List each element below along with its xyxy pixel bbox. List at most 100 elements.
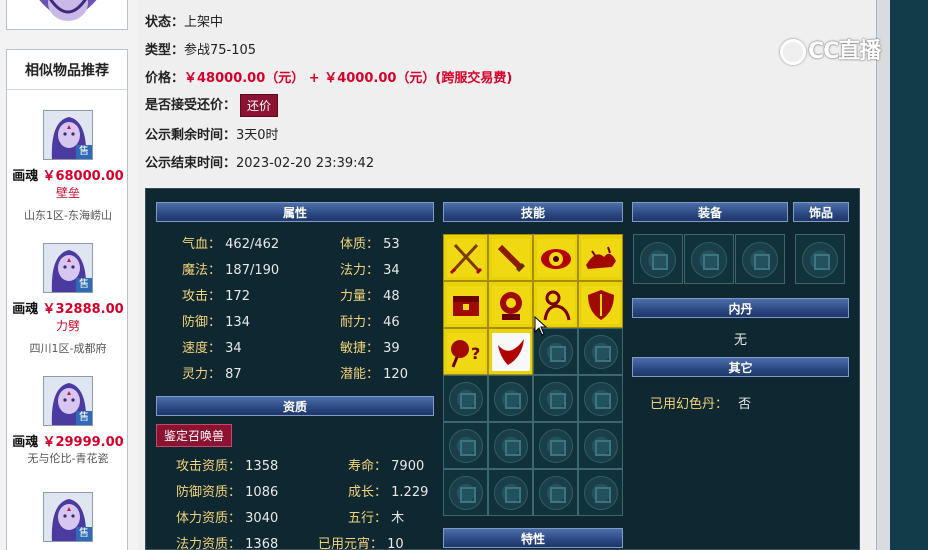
apt-growth: 成长： 1.229 bbox=[348, 481, 428, 500]
watermark-text: CC直播 bbox=[808, 39, 881, 64]
empty-slot-emblem-icon bbox=[494, 382, 528, 416]
apt-value: 1368 bbox=[245, 537, 279, 550]
empty-skill-slot[interactable] bbox=[578, 375, 623, 422]
dark-strip bbox=[890, 0, 928, 550]
empty-skill-slot[interactable] bbox=[488, 375, 533, 422]
rec-item-server: 四川1区-成都府 bbox=[29, 342, 107, 355]
skill-slot[interactable] bbox=[443, 281, 488, 328]
gear-orb-icon bbox=[492, 286, 530, 324]
apt-label: 防御资质： bbox=[176, 485, 242, 500]
price-row: 价格：￥48000.00（元） + ￥4000.00（元）(跨服交易费) bbox=[145, 67, 512, 86]
equipment-slot[interactable] bbox=[684, 234, 734, 284]
empty-skill-slot[interactable] bbox=[578, 422, 623, 469]
rec-item-server: 无与伦比-青花瓷 bbox=[27, 452, 109, 465]
apt-value: 1086 bbox=[245, 485, 279, 500]
apt-value: 7900 bbox=[391, 459, 425, 474]
skill-slot[interactable] bbox=[488, 328, 533, 375]
counter-offer-row: 是否接受还价： 还价 bbox=[145, 94, 279, 117]
attr-value: 48 bbox=[383, 289, 400, 304]
attr-label: 防御： bbox=[182, 315, 222, 330]
question-orb-icon: ? bbox=[447, 333, 485, 371]
apt-value: 3040 bbox=[245, 511, 279, 526]
attr-speed: 速度： 34 bbox=[182, 337, 242, 356]
equipment-slot[interactable] bbox=[735, 234, 785, 284]
left-sidebar: 相似物品推荐 售 画魂 ￥68000.00 壁垒 山东1区-东海崂山 售 画魂 … bbox=[0, 0, 138, 550]
skills-header[interactable]: 技能 bbox=[443, 202, 623, 222]
aptitude-header[interactable]: 资质 bbox=[156, 396, 434, 416]
appraise-pet-button[interactable]: 鉴定召唤兽 bbox=[156, 424, 233, 447]
attributes-header[interactable]: 属性 bbox=[156, 202, 434, 222]
watermark-logo-icon bbox=[780, 39, 806, 65]
attr-label: 力量： bbox=[340, 289, 380, 304]
empty-skill-slot[interactable] bbox=[578, 328, 623, 375]
skill-slot[interactable] bbox=[578, 234, 623, 281]
skill-slot[interactable] bbox=[443, 234, 488, 281]
empty-slot-emblem-icon bbox=[584, 382, 618, 416]
attr-label: 气血： bbox=[182, 237, 222, 252]
apt-value: 1.229 bbox=[391, 485, 429, 500]
apt-label: 攻击资质： bbox=[176, 459, 242, 474]
skill-slot[interactable] bbox=[578, 281, 623, 328]
rec-price-row: 画魂 ￥68000.00 bbox=[7, 165, 129, 184]
empty-slot-emblem-icon bbox=[584, 429, 618, 463]
traits-header[interactable]: 特性 bbox=[443, 528, 623, 548]
empty-skill-slot[interactable] bbox=[443, 422, 488, 469]
empty-slot-emblem-icon bbox=[494, 476, 528, 510]
attr-label: 魔法： bbox=[182, 263, 222, 278]
pet-portrait-icon bbox=[7, 0, 127, 29]
type-value: 参战75-105 bbox=[184, 43, 257, 58]
pet-detail-panel: 属性 技能 装备 饰品 气血： 462/462 体质： 53 魔法： 187/1… bbox=[145, 188, 860, 550]
rec-item-price[interactable]: ￥32888.00 bbox=[42, 302, 123, 317]
end-time-row: 公示结束时间：2023-02-20 23:39:42 bbox=[145, 152, 374, 171]
rec-item-price[interactable]: ￥68000.00 bbox=[42, 169, 123, 184]
empty-skill-slot[interactable] bbox=[533, 422, 578, 469]
empty-skill-slot[interactable] bbox=[443, 469, 488, 516]
pet-thumbnail[interactable]: 售 bbox=[43, 376, 93, 426]
skill-slot[interactable] bbox=[488, 281, 533, 328]
attr-value: 134 bbox=[225, 315, 250, 330]
counter-offer-button[interactable]: 还价 bbox=[240, 94, 279, 117]
accessory-header[interactable]: 饰品 bbox=[793, 202, 849, 222]
shield-icon bbox=[582, 286, 620, 324]
rec-item-name: 画魂 bbox=[12, 169, 39, 184]
empty-slot-emblem-icon bbox=[691, 242, 727, 278]
apt-label: 五行： bbox=[348, 511, 388, 526]
accessory-slot[interactable] bbox=[795, 234, 845, 284]
attr-label: 潜能： bbox=[340, 367, 380, 382]
empty-skill-slot[interactable] bbox=[578, 469, 623, 516]
attr-potential: 潜能： 120 bbox=[340, 363, 408, 382]
attr-value: 87 bbox=[225, 367, 242, 382]
equipment-header[interactable]: 装备 bbox=[632, 202, 788, 222]
attr-value: 39 bbox=[383, 341, 400, 356]
pet-thumbnail[interactable]: 售 bbox=[43, 110, 93, 160]
attr-value: 53 bbox=[383, 237, 400, 252]
inner-dan-header[interactable]: 内丹 bbox=[632, 298, 849, 318]
skill-slot[interactable]: ? bbox=[443, 328, 488, 375]
apt-defense: 防御资质： 1086 bbox=[176, 481, 278, 500]
pet-thumbnail[interactable]: 售 bbox=[43, 492, 93, 542]
empty-slot-emblem-icon bbox=[802, 242, 838, 278]
empty-skill-slot[interactable] bbox=[533, 375, 578, 422]
sword-icon bbox=[492, 239, 530, 277]
empty-slot-emblem-icon bbox=[742, 242, 778, 278]
svg-text:?: ? bbox=[471, 344, 480, 363]
empty-skill-slot[interactable] bbox=[488, 469, 533, 516]
equipment-slot[interactable] bbox=[633, 234, 683, 284]
skill-slot[interactable] bbox=[488, 234, 533, 281]
similar-items-title: 相似物品推荐 bbox=[7, 50, 127, 90]
empty-skill-slot[interactable] bbox=[488, 422, 533, 469]
pet-thumbnail[interactable]: 售 bbox=[43, 243, 93, 293]
empty-skill-slot[interactable] bbox=[443, 375, 488, 422]
empty-skill-slot[interactable] bbox=[533, 469, 578, 516]
rec-item-price[interactable]: ￥29999.00 bbox=[42, 435, 123, 450]
attr-label: 体质： bbox=[340, 237, 380, 252]
empty-slot-emblem-icon bbox=[449, 476, 483, 510]
apt-label: 体力资质： bbox=[176, 511, 242, 526]
attr-mp: 魔法： 187/190 bbox=[182, 259, 279, 278]
empty-slot-emblem-icon bbox=[449, 429, 483, 463]
rec-item-skill: 力劈 bbox=[55, 319, 80, 333]
other-header[interactable]: 其它 bbox=[632, 357, 849, 377]
skill-slot[interactable] bbox=[533, 234, 578, 281]
rec-item-skill: 壁垒 bbox=[55, 186, 80, 200]
apt-lantern-used: 已用元宵： 10 bbox=[318, 533, 404, 550]
